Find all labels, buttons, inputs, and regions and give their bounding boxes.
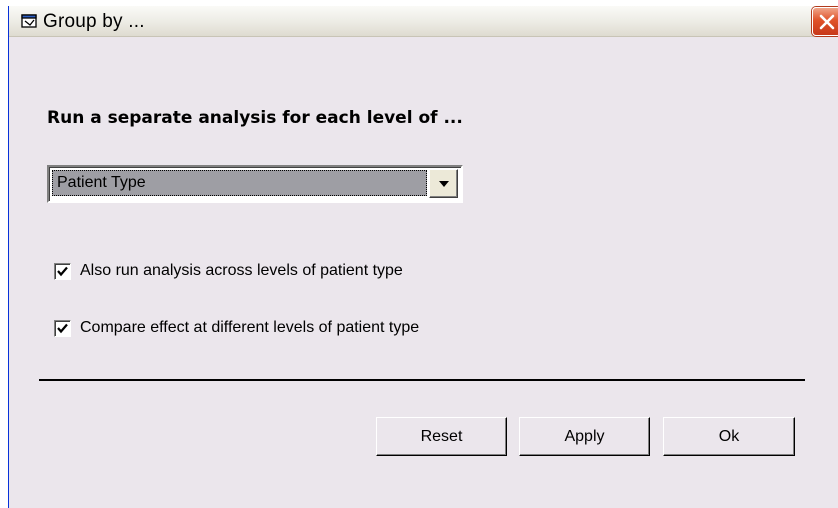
group-by-dialog: Group by ... Run a separate analysis for… bbox=[8, 6, 838, 508]
compare-effect-checkbox[interactable] bbox=[54, 320, 71, 337]
dropdown-arrow-button[interactable] bbox=[429, 169, 458, 198]
apply-button[interactable]: Apply bbox=[519, 417, 650, 456]
group-by-selected-value[interactable]: Patient Type bbox=[52, 170, 427, 196]
close-icon bbox=[819, 14, 835, 30]
compare-effect-label[interactable]: Compare effect at different levels of pa… bbox=[80, 319, 419, 337]
ok-button[interactable]: Ok bbox=[663, 417, 795, 456]
group-by-select[interactable]: Patient Type bbox=[47, 165, 463, 203]
across-levels-checkbox[interactable] bbox=[54, 263, 71, 280]
divider bbox=[39, 379, 805, 381]
checkmark-icon bbox=[57, 266, 68, 277]
checkmark-icon bbox=[57, 323, 68, 334]
across-levels-label[interactable]: Also run analysis across levels of patie… bbox=[80, 262, 403, 280]
reset-button[interactable]: Reset bbox=[376, 417, 507, 456]
title-bar[interactable]: Group by ... bbox=[9, 6, 838, 37]
close-button[interactable] bbox=[812, 7, 838, 36]
window-app-icon bbox=[21, 14, 38, 29]
section-heading: Run a separate analysis for each level o… bbox=[47, 108, 463, 128]
chevron-down-icon bbox=[439, 181, 449, 187]
window-title: Group by ... bbox=[43, 11, 145, 32]
